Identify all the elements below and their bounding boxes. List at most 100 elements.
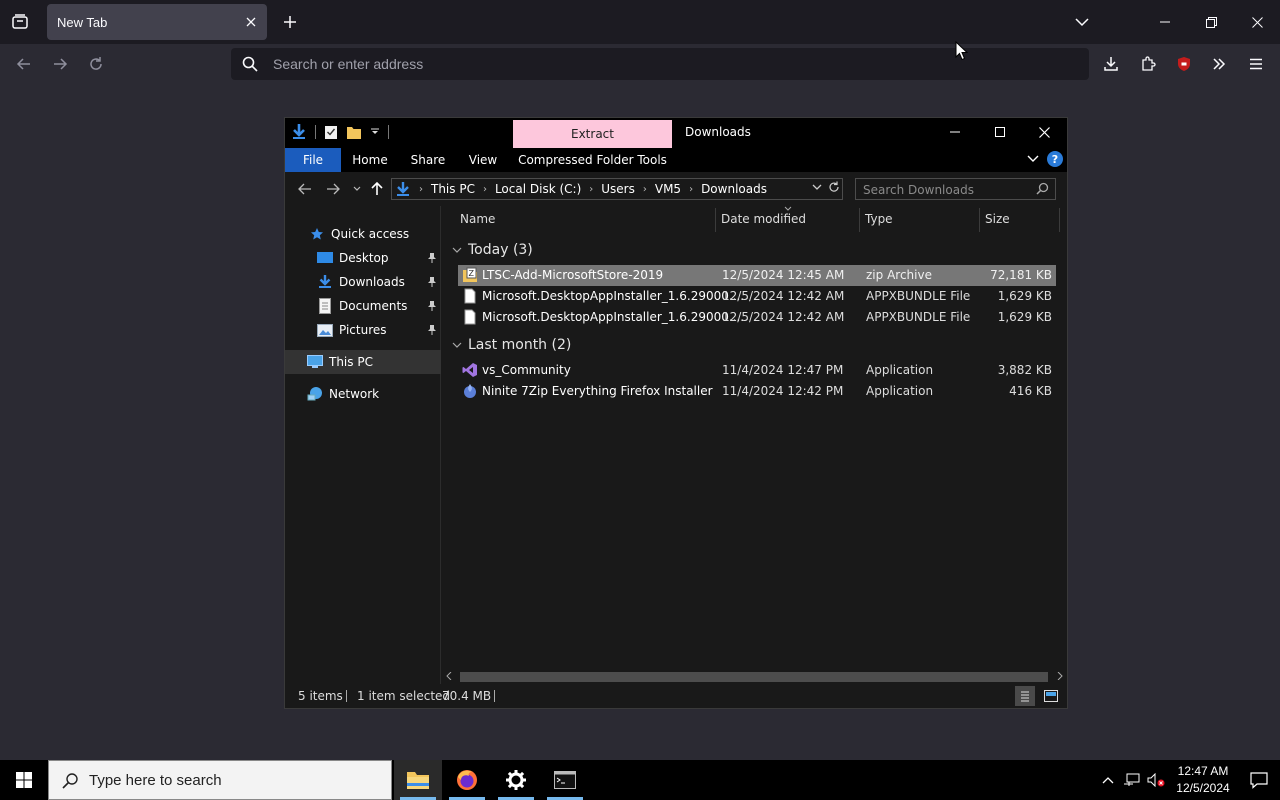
column-header-size[interactable]: Size: [985, 212, 1010, 226]
breadcrumb-users[interactable]: Users: [601, 182, 635, 196]
status-selected-size: 70.4 MB: [442, 689, 492, 703]
explorer-back-button[interactable]: [295, 180, 315, 198]
app-menu-button[interactable]: [1240, 48, 1272, 80]
horizontal-scrollbar[interactable]: [442, 668, 1067, 684]
customize-toolbar-icon[interactable]: [370, 127, 380, 137]
status-selected: 1 item selected: [357, 689, 451, 703]
nav-network[interactable]: Network: [285, 382, 441, 406]
start-button[interactable]: [0, 760, 48, 800]
properties-icon[interactable]: [324, 124, 338, 140]
recent-locations-button[interactable]: [347, 180, 367, 198]
taskbar-firefox[interactable]: [443, 760, 491, 800]
list-all-tabs-button[interactable]: [1066, 6, 1098, 38]
explorer-search-input[interactable]: [856, 180, 1026, 200]
column-divider[interactable]: [1059, 208, 1060, 232]
nav-desktop[interactable]: Desktop: [285, 246, 441, 270]
taskbar-settings[interactable]: [492, 760, 540, 800]
volume-button[interactable]: [1144, 760, 1168, 800]
column-header-name[interactable]: Name: [460, 212, 495, 226]
quick-access-toolbar: [291, 123, 389, 141]
tab-list-button[interactable]: [4, 6, 36, 38]
arrow-right-icon: [327, 183, 340, 195]
ribbon-tab-compressed-folder-tools[interactable]: Compressed Folder Tools: [513, 148, 672, 172]
file-row-ltsc[interactable]: Z LTSC-Add-MicrosoftStore-2019 12/5/2024…: [458, 265, 1056, 286]
extensions-button[interactable]: [1132, 48, 1164, 80]
toolbar-separator: [388, 125, 389, 139]
breadcrumb-this-pc[interactable]: This PC: [431, 182, 475, 196]
ribbon-tab-home[interactable]: Home: [345, 148, 395, 172]
ribbon-tab-file[interactable]: File: [285, 148, 341, 172]
group-label: Today (3): [468, 242, 533, 258]
downloads-button[interactable]: [1095, 48, 1127, 80]
file-explorer-icon: [407, 772, 429, 789]
scrollbar-thumb[interactable]: [460, 672, 1048, 682]
refresh-icon[interactable]: [828, 181, 840, 193]
action-center-button[interactable]: [1238, 760, 1280, 800]
file-row-vs-community[interactable]: vs_Community 11/4/2024 12:47 PM Applicat…: [458, 360, 1056, 381]
extract-context-tab[interactable]: Extract: [513, 120, 672, 148]
browser-minimize-button[interactable]: [1142, 0, 1188, 44]
tab-title: New Tab: [57, 15, 108, 30]
chevron-down-icon: [452, 247, 462, 253]
nav-downloads[interactable]: Downloads: [285, 270, 441, 294]
large-icons-view-button[interactable]: [1041, 686, 1061, 706]
url-input[interactable]: [273, 48, 1053, 80]
browser-close-button[interactable]: [1234, 0, 1280, 44]
scroll-left-icon[interactable]: [446, 672, 452, 680]
file-name: Microsoft.DesktopAppInstaller_1.6.29000.…: [482, 310, 745, 324]
browser-tab[interactable]: New Tab: [47, 4, 267, 40]
explorer-maximize-button[interactable]: [977, 118, 1022, 146]
taskbar-terminal[interactable]: [541, 760, 589, 800]
explorer-minimize-button[interactable]: [932, 118, 977, 146]
breadcrumb-downloads[interactable]: Downloads: [701, 182, 767, 196]
ribbon-tab-share[interactable]: Share: [403, 148, 453, 172]
new-tab-button[interactable]: [276, 8, 304, 36]
tab-close-button[interactable]: [241, 12, 261, 32]
ublock-origin-button[interactable]: [1168, 48, 1200, 80]
taskbar-search-box[interactable]: [48, 760, 392, 800]
explorer-close-button[interactable]: [1022, 118, 1067, 146]
scroll-right-icon[interactable]: [1057, 672, 1063, 680]
breadcrumb-vm5[interactable]: VM5: [655, 182, 681, 196]
explorer-forward-button[interactable]: [323, 180, 343, 198]
help-button[interactable]: ?: [1047, 151, 1063, 167]
network-status-button[interactable]: [1120, 760, 1144, 800]
show-hidden-icons-button[interactable]: [1096, 760, 1120, 800]
ribbon-tab-view[interactable]: View: [461, 148, 505, 172]
file-row-ninite[interactable]: Ninite 7Zip Everything Firefox Installer…: [458, 381, 1056, 402]
file-date: 12/5/2024 12:42 AM: [722, 289, 845, 303]
group-header-today[interactable]: Today (3): [452, 242, 533, 258]
back-button[interactable]: [8, 48, 40, 80]
column-header-date[interactable]: Date modified: [721, 212, 806, 226]
nav-this-pc[interactable]: This PC: [285, 350, 441, 374]
reload-button[interactable]: [80, 48, 112, 80]
explorer-search-box[interactable]: [855, 178, 1056, 200]
forward-button[interactable]: [44, 48, 76, 80]
pin-icon: [428, 325, 436, 335]
group-header-last-month[interactable]: Last month (2): [452, 337, 571, 353]
up-folder-button[interactable]: [367, 180, 387, 198]
new-folder-icon[interactable]: [346, 124, 362, 140]
column-header-type[interactable]: Type: [865, 212, 893, 226]
file-type: zip Archive: [866, 268, 932, 282]
file-row-appinstaller-2[interactable]: Microsoft.DesktopAppInstaller_1.6.29000.…: [458, 307, 1056, 328]
nav-pictures[interactable]: Pictures: [285, 318, 441, 342]
taskbar-search-input[interactable]: [89, 761, 379, 799]
column-divider[interactable]: [979, 208, 980, 232]
expand-ribbon-icon[interactable]: [1027, 154, 1039, 164]
breadcrumb-local-disk[interactable]: Local Disk (C:): [495, 182, 581, 196]
address-bar[interactable]: › This PC › Local Disk (C:) › Users › VM…: [391, 178, 843, 200]
chevron-down-icon: [353, 186, 361, 191]
column-divider[interactable]: [715, 208, 716, 232]
taskbar-file-explorer[interactable]: [394, 760, 442, 800]
more-tools-button[interactable]: [1203, 48, 1235, 80]
column-divider[interactable]: [859, 208, 860, 232]
taskbar-clock[interactable]: 12:47 AM 12/5/2024: [1168, 760, 1238, 800]
details-view-button[interactable]: [1015, 686, 1035, 706]
nav-quick-access[interactable]: Quick access: [285, 222, 441, 246]
browser-restore-button[interactable]: [1188, 0, 1234, 44]
star-icon: [311, 228, 323, 240]
file-row-appinstaller-1[interactable]: Microsoft.DesktopAppInstaller_1.6.29000.…: [458, 286, 1056, 307]
address-history-icon[interactable]: [812, 183, 822, 191]
nav-documents[interactable]: Documents: [285, 294, 441, 318]
